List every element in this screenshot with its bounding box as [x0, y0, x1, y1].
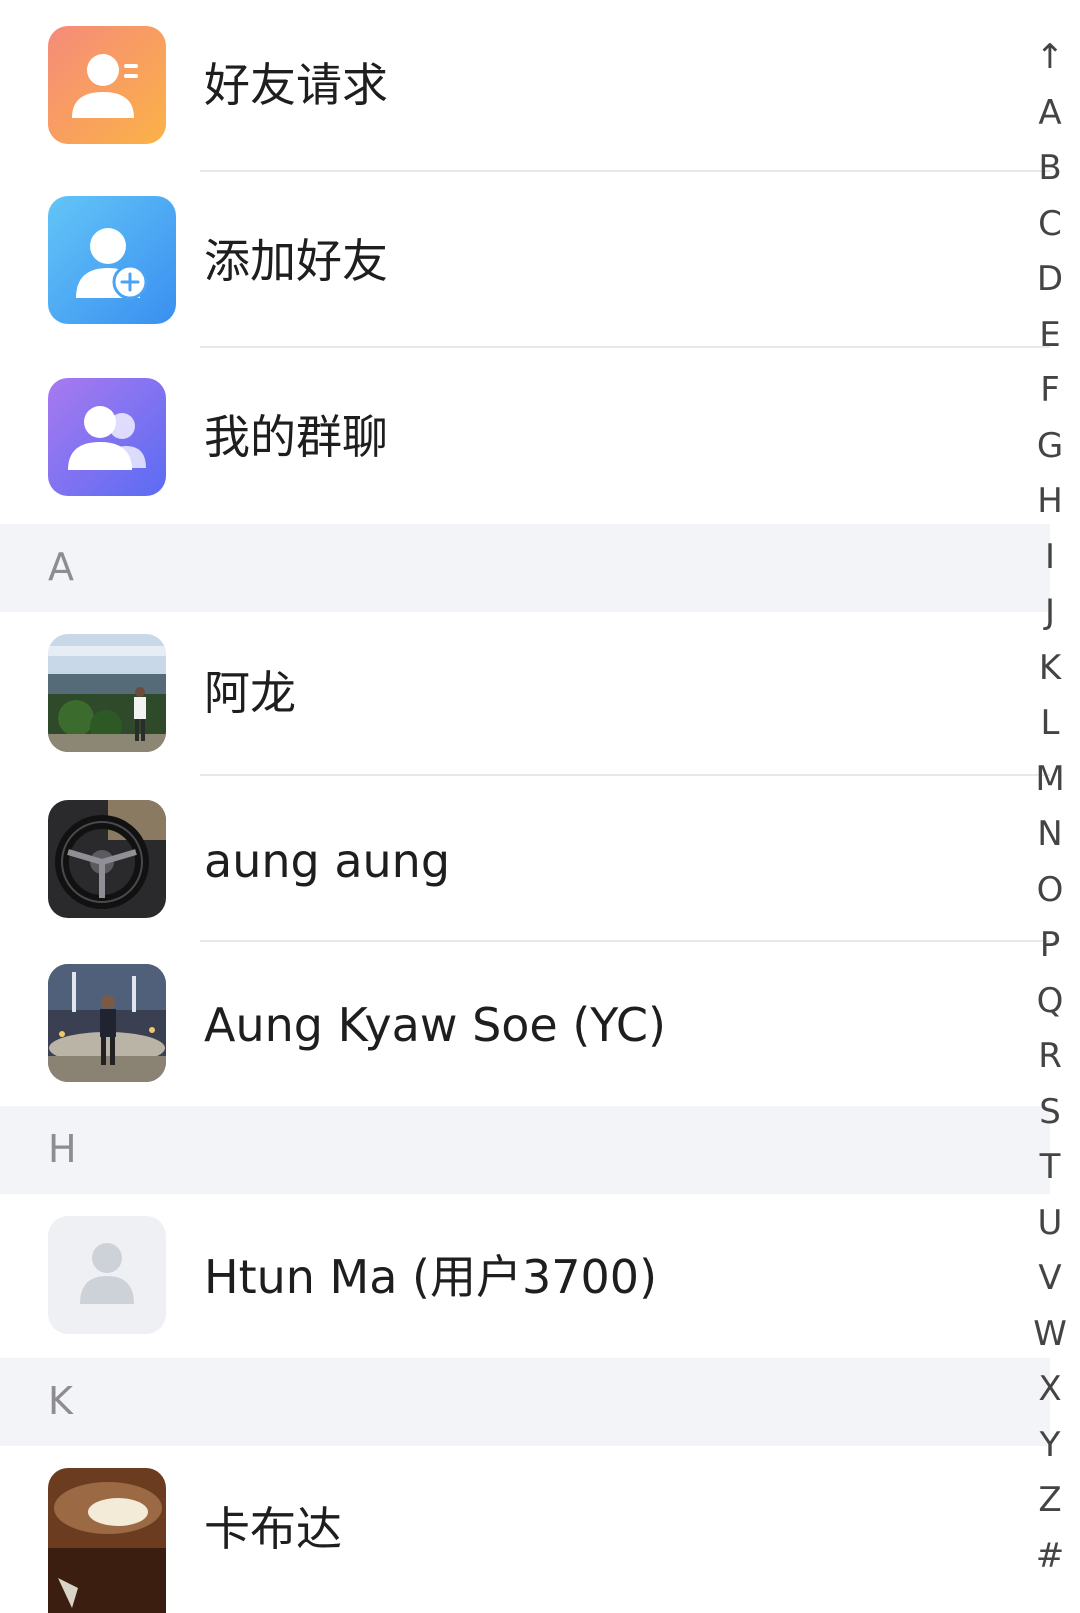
- index-letter[interactable]: P: [1020, 928, 1080, 962]
- section-header-h: H: [0, 1106, 1050, 1194]
- index-letter[interactable]: J: [1020, 595, 1080, 629]
- index-letter[interactable]: H: [1020, 484, 1080, 518]
- index-letter[interactable]: T: [1020, 1150, 1080, 1184]
- my-groups-label: 我的群聊: [204, 410, 388, 464]
- menu-item-add-friend[interactable]: 添加好友: [0, 172, 1050, 348]
- contact-item[interactable]: Aung Kyaw Soe (YC): [0, 942, 1050, 1106]
- index-letter[interactable]: B: [1020, 151, 1080, 185]
- contact-item[interactable]: 阿龙: [0, 612, 1050, 776]
- index-letter[interactable]: C: [1020, 207, 1080, 241]
- index-letter[interactable]: V: [1020, 1261, 1080, 1295]
- add-friend-icon: [48, 196, 176, 324]
- avatar: [48, 800, 166, 918]
- contact-name: 卡布达: [204, 1502, 342, 1556]
- index-letter[interactable]: R: [1020, 1039, 1080, 1073]
- contact-name: Aung Kyaw Soe (YC): [204, 998, 666, 1052]
- index-letter[interactable]: L: [1020, 706, 1080, 740]
- index-letter[interactable]: I: [1020, 540, 1080, 574]
- index-letter[interactable]: N: [1020, 817, 1080, 851]
- contact-name: 阿龙: [204, 666, 296, 720]
- index-letter[interactable]: O: [1020, 873, 1080, 907]
- add-friend-label: 添加好友: [204, 234, 388, 288]
- section-letter: K: [48, 1379, 73, 1423]
- section-header-a: A: [0, 524, 1050, 612]
- menu-item-friend-request[interactable]: 好友请求: [0, 0, 1050, 172]
- avatar: [48, 1468, 166, 1613]
- contact-item[interactable]: 卡布达: [0, 1446, 1050, 1613]
- index-top-arrow[interactable]: ↑: [1020, 40, 1080, 74]
- index-letter[interactable]: M: [1020, 762, 1080, 796]
- index-letter[interactable]: W: [1020, 1317, 1080, 1351]
- index-letter[interactable]: G: [1020, 429, 1080, 463]
- default-avatar-icon: [48, 1216, 166, 1334]
- index-letter[interactable]: E: [1020, 318, 1080, 352]
- section-letter: A: [48, 545, 74, 589]
- index-letter[interactable]: X: [1020, 1372, 1080, 1406]
- alphabet-index-bar[interactable]: ↑ A B C D E F G H I J K L M N O P Q R S …: [1020, 32, 1080, 1613]
- section-letter: H: [48, 1127, 77, 1171]
- avatar: [48, 964, 166, 1082]
- contact-item[interactable]: aung aung: [0, 776, 1050, 942]
- index-letter[interactable]: A: [1020, 96, 1080, 130]
- contact-name: aung aung: [204, 834, 451, 888]
- friend-request-label: 好友请求: [204, 58, 388, 112]
- group-chat-icon: [48, 378, 166, 496]
- index-letter[interactable]: Q: [1020, 984, 1080, 1018]
- menu-item-my-groups[interactable]: 我的群聊: [0, 348, 1050, 524]
- index-letter[interactable]: S: [1020, 1095, 1080, 1129]
- index-letter[interactable]: U: [1020, 1206, 1080, 1240]
- contact-name: Htun Ma (用户3700): [204, 1250, 658, 1304]
- avatar: [48, 634, 166, 752]
- index-letter[interactable]: Y: [1020, 1428, 1080, 1462]
- index-letter[interactable]: Z: [1020, 1483, 1080, 1517]
- index-letter[interactable]: K: [1020, 651, 1080, 685]
- index-letter[interactable]: #: [1020, 1539, 1080, 1573]
- index-letter[interactable]: F: [1020, 373, 1080, 407]
- friend-request-icon: [48, 26, 166, 144]
- section-header-k: K: [0, 1358, 1050, 1446]
- contact-item[interactable]: Htun Ma (用户3700): [0, 1194, 1050, 1358]
- index-letter[interactable]: D: [1020, 262, 1080, 296]
